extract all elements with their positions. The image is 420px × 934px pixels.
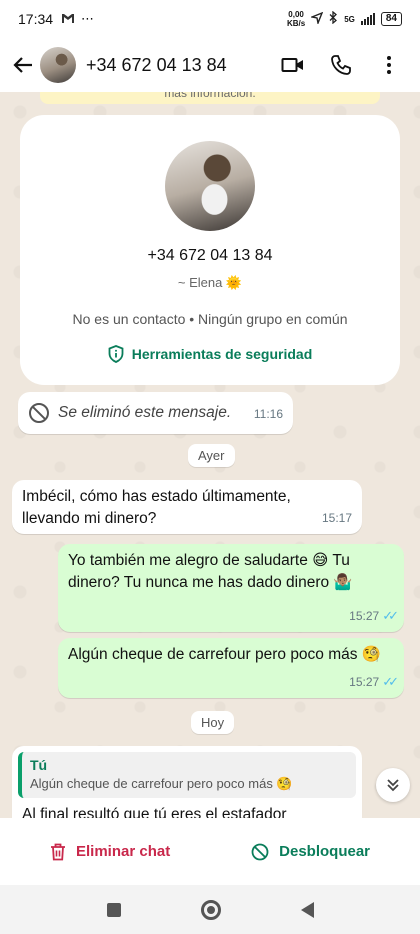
- double-chevron-down-icon: [387, 779, 399, 792]
- date-separator-today: Hoy: [191, 711, 235, 734]
- message-time: 15:17: [321, 511, 352, 525]
- blocked-contact-actions: Eliminar chat Desbloquear: [0, 818, 420, 885]
- deleted-message[interactable]: Se eliminó este mensaje. 11:16: [18, 392, 293, 434]
- arrow-left-icon: [13, 57, 32, 73]
- quote-text: Algún cheque de carrefour pero poco más …: [30, 776, 293, 791]
- chat-header: +34 672 04 13 84: [0, 38, 420, 92]
- network-speed: 0,00 KB/s: [286, 10, 306, 28]
- date-separator-yesterday: Ayer: [188, 444, 235, 467]
- voice-call-button[interactable]: [328, 52, 354, 78]
- message-time: 11:16: [253, 407, 283, 421]
- shield-icon: [108, 345, 124, 363]
- message-text: Al final resultó que tú eres el estafado…: [22, 806, 287, 818]
- phone-icon: [331, 55, 351, 75]
- contact-profile-card: +34 672 04 13 84 ~ Elena 🌞 No es un cont…: [20, 115, 400, 385]
- message-text: Algún cheque de carrefour pero poco más …: [68, 646, 382, 663]
- signal-icon: [360, 13, 375, 25]
- scroll-to-bottom-button[interactable]: [376, 768, 410, 802]
- read-ticks-icon: ✓✓: [382, 608, 399, 623]
- quote-author: Tú: [30, 757, 48, 773]
- battery-indicator: 84: [380, 12, 402, 26]
- network-type: 5G: [344, 14, 355, 24]
- more-vertical-icon: [387, 56, 391, 74]
- profile-phone: +34 672 04 13 84: [147, 247, 273, 264]
- profile-name: ~ Elena 🌞: [177, 275, 243, 290]
- blocked-icon: [29, 403, 49, 423]
- incoming-reply-message[interactable]: Tú Algún cheque de carrefour pero poco m…: [12, 746, 362, 818]
- deleted-message-text: Se eliminó este mensaje.: [58, 404, 232, 421]
- security-tools-button[interactable]: Herramientas de seguridad: [20, 345, 400, 363]
- chat-title[interactable]: +34 672 04 13 84: [86, 55, 280, 76]
- unblock-icon: [251, 843, 269, 860]
- info-banner: más información.: [40, 92, 380, 104]
- back-button[interactable]: [8, 50, 38, 80]
- unblock-button[interactable]: Desbloquear: [251, 843, 370, 861]
- trash-icon: [51, 843, 65, 860]
- message-text: Yo también me alegro de saludarte 😅 Tu d…: [68, 552, 353, 591]
- location-icon: [309, 11, 324, 27]
- outgoing-message[interactable]: Yo también me alegro de saludarte 😅 Tu d…: [58, 544, 404, 632]
- profile-avatar[interactable]: [165, 141, 255, 231]
- bluetooth-icon: [329, 10, 338, 27]
- back-nav-button[interactable]: [300, 901, 314, 918]
- status-bar: 17:34 ⋯ 0,00 KB/s 5G 84: [0, 0, 420, 38]
- profile-subtitle: No es un contacto • Ningún grupo en comú…: [72, 311, 348, 327]
- chat-area[interactable]: más información. +34 672 04 13 84 ~ Elen…: [0, 92, 420, 818]
- message-time: 15:27: [349, 675, 380, 689]
- outgoing-message[interactable]: Algún cheque de carrefour pero poco más …: [58, 638, 404, 698]
- quoted-message[interactable]: Tú Algún cheque de carrefour pero poco m…: [18, 752, 356, 798]
- video-call-button[interactable]: [280, 52, 306, 78]
- more-notifications-icon: ⋯: [81, 11, 95, 26]
- home-button[interactable]: [200, 899, 221, 920]
- delete-chat-button[interactable]: Eliminar chat: [50, 843, 170, 861]
- recent-apps-button[interactable]: [106, 902, 121, 917]
- gmail-icon: [61, 12, 75, 27]
- more-options-button[interactable]: [376, 52, 402, 78]
- message-text: Imbécil, cómo has estado últimamente, ll…: [22, 488, 291, 527]
- avatar[interactable]: [40, 47, 76, 83]
- incoming-message[interactable]: Imbécil, cómo has estado últimamente, ll…: [12, 480, 362, 534]
- read-ticks-icon: ✓✓: [382, 674, 399, 689]
- status-time: 17:34: [18, 11, 54, 27]
- system-navigation-bar: [0, 885, 420, 934]
- message-time: 15:27: [349, 609, 380, 623]
- video-camera-icon: [281, 58, 303, 72]
